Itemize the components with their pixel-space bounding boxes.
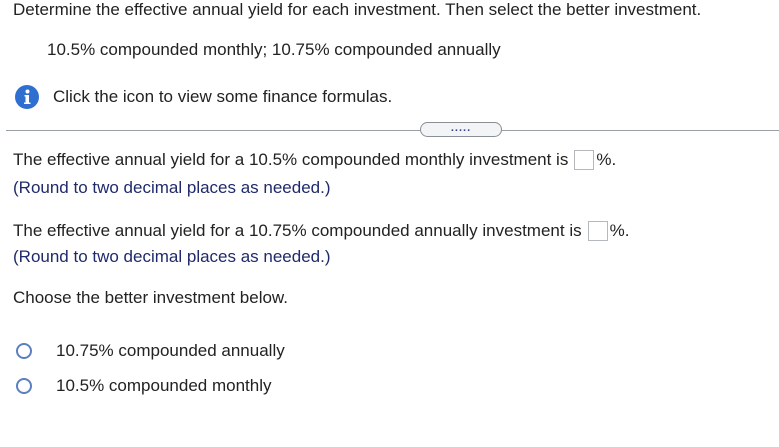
instruction-text: Determine the effective annual yield for… — [13, 0, 702, 19]
question-1-suffix: %. — [596, 150, 617, 169]
option-annually-radio[interactable] — [16, 343, 32, 359]
question-2-answer-input[interactable] — [587, 221, 608, 241]
formula-help-row: Click the icon to view some finance form… — [15, 85, 392, 109]
question-2-prompt: The effective annual yield for a 10.75% … — [13, 221, 582, 240]
section-divider — [6, 130, 779, 131]
question-2-suffix: %. — [609, 221, 630, 240]
info-icon[interactable] — [15, 85, 39, 109]
option-monthly-label[interactable]: 10.5% compounded monthly — [56, 376, 271, 396]
question-1-hint: (Round to two decimal places as needed.) — [13, 178, 331, 197]
option-monthly[interactable]: 10.5% compounded monthly — [16, 376, 271, 396]
choice-prompt: Choose the better investment below. — [13, 288, 288, 307]
question-2: The effective annual yield for a 10.75% … — [13, 221, 629, 267]
option-annually[interactable]: 10.75% compounded annually — [16, 341, 285, 361]
question-1-prompt: The effective annual yield for a 10.5% c… — [13, 150, 569, 169]
problem-statement: 10.5% compounded monthly; 10.75% compoun… — [47, 40, 501, 59]
ellipsis-icon: ..... — [450, 122, 472, 134]
question-1: The effective annual yield for a 10.5% c… — [13, 150, 616, 198]
option-annually-label[interactable]: 10.75% compounded annually — [56, 341, 285, 361]
question-2-hint: (Round to two decimal places as needed.) — [13, 247, 331, 266]
formula-help-text: Click the icon to view some finance form… — [53, 87, 393, 106]
expand-toggle-button[interactable]: ..... — [420, 122, 502, 137]
question-1-answer-input[interactable] — [574, 150, 595, 170]
option-monthly-radio[interactable] — [16, 378, 32, 394]
